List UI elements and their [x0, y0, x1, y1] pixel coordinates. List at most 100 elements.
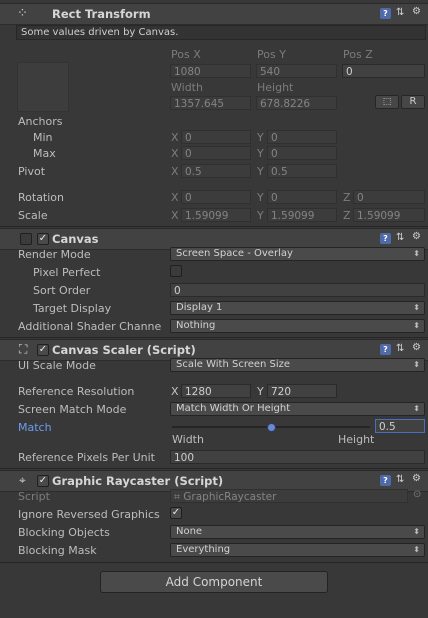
canvas-component-icon [20, 233, 32, 245]
dropdown-arrow-icon: ⬍ [413, 545, 420, 554]
axis-y-label: Y [257, 147, 264, 160]
raycaster-icon: ⌖ [19, 473, 26, 487]
scale-label: Scale [18, 209, 48, 222]
match-height-label: Height [338, 433, 375, 446]
pos-x-label: Pos X [171, 48, 201, 61]
canvas-enabled-checkbox[interactable]: ✓ [37, 233, 49, 245]
ui-scale-mode-dropdown[interactable]: Scale With Screen Size ⬍ [170, 358, 425, 372]
gear-icon[interactable]: ⚙ [412, 6, 421, 17]
scale-y-field[interactable]: 1.59099 [267, 208, 337, 222]
sort-order-field[interactable]: 0 [170, 283, 425, 297]
scale-x-field[interactable]: 1.59099 [181, 208, 251, 222]
canvas-scaler-enabled-checkbox[interactable]: ✓ [37, 344, 49, 356]
blueprint-mode-button[interactable]: ⬚ [375, 95, 399, 109]
ignore-reversed-checkbox[interactable]: ✓ [170, 507, 182, 519]
pos-z-field[interactable]: 0 [342, 64, 425, 78]
axis-y-label: Y [257, 165, 264, 178]
reference-y-field[interactable]: 720 [267, 384, 337, 398]
add-component-button[interactable]: Add Component [100, 571, 328, 593]
match-label: Match [18, 421, 52, 434]
axis-x-label: X [171, 209, 179, 222]
help-book-icon[interactable]: ? [380, 344, 391, 355]
script-label: Script [18, 490, 50, 503]
additional-shader-dropdown[interactable]: Nothing ⬍ [170, 319, 425, 333]
pos-y-label: Pos Y [257, 48, 286, 61]
gear-icon[interactable]: ⚙ [412, 231, 421, 242]
axis-x-label: X [171, 165, 179, 178]
pos-z-label: Pos Z [343, 48, 373, 61]
rotation-z-field[interactable]: 0 [353, 190, 425, 204]
match-value-field[interactable]: 0.5 [375, 419, 425, 433]
blocking-objects-value: None [176, 526, 203, 537]
render-mode-dropdown[interactable]: Screen Space - Overlay ⬍ [170, 247, 425, 261]
match-slider-thumb[interactable] [266, 423, 276, 432]
blocking-objects-dropdown[interactable]: None ⬍ [170, 525, 425, 539]
raw-edit-button[interactable]: R [401, 95, 425, 109]
scale-z-field[interactable]: 1.59099 [353, 208, 425, 222]
anchor-max-x-field[interactable]: 0 [181, 146, 251, 160]
width-label: Width [171, 81, 203, 94]
anchor-max-y-field[interactable]: 0 [267, 146, 337, 160]
dropdown-arrow-icon: ⬍ [413, 303, 420, 312]
ui-scale-mode-value: Scale With Screen Size [176, 359, 291, 370]
anchor-max-label: Max [33, 147, 56, 160]
rect-transform-header[interactable]: ⁘ Rect Transform ? ⇅ ⚙ [0, 3, 428, 25]
pivot-y-field[interactable]: 0.5 [267, 164, 337, 178]
help-book-icon[interactable]: ? [380, 233, 391, 244]
rotation-x-field[interactable]: 0 [181, 190, 251, 204]
graphic-raycaster-title: Graphic Raycaster (Script) [52, 474, 224, 488]
dropdown-arrow-icon: ⬍ [413, 527, 420, 536]
render-mode-value: Screen Space - Overlay [176, 248, 293, 259]
width-field[interactable]: 1357.645 [170, 96, 251, 110]
rotation-label: Rotation [18, 191, 65, 204]
target-display-label: Target Display [33, 302, 112, 315]
script-file-icon: ⌗ [174, 491, 180, 503]
blocking-mask-value: Everything [176, 544, 231, 555]
anchor-min-y-field[interactable]: 0 [267, 130, 337, 144]
help-book-icon[interactable]: ? [380, 8, 391, 19]
pos-y-field[interactable]: 540 [256, 64, 337, 78]
height-field[interactable]: 678.8226 [256, 96, 337, 110]
gear-icon[interactable]: ⚙ [412, 473, 421, 484]
screen-match-mode-dropdown[interactable]: Match Width Or Height ⬍ [170, 402, 425, 416]
canvas-scaler-title: Canvas Scaler (Script) [52, 343, 196, 357]
script-field[interactable]: ⌗ GraphicRaycaster [170, 489, 408, 503]
dropdown-arrow-icon: ⬍ [413, 249, 420, 258]
blocking-mask-label: Blocking Mask [18, 544, 97, 557]
axis-y-label: Y [257, 131, 264, 144]
match-width-label: Width [172, 433, 204, 446]
graphic-raycaster-enabled-checkbox[interactable]: ✓ [37, 475, 49, 487]
pixel-perfect-checkbox[interactable] [170, 265, 182, 277]
gear-icon[interactable]: ⚙ [412, 342, 421, 353]
rotation-y-field[interactable]: 0 [267, 190, 337, 204]
pos-x-field[interactable]: 1080 [170, 64, 251, 78]
dotted-square-icon: ⬚ [382, 97, 392, 107]
reference-ppu-field[interactable]: 100 [170, 450, 425, 464]
preset-sliders-icon[interactable]: ⇅ [396, 343, 404, 354]
separator [0, 562, 428, 563]
screen-match-mode-value: Match Width Or Height [176, 403, 291, 414]
help-book-icon[interactable]: ? [380, 475, 391, 486]
axis-y-label: Y [257, 385, 264, 398]
axis-x-label: X [171, 385, 179, 398]
preset-sliders-icon[interactable]: ⇅ [396, 474, 404, 485]
dropdown-arrow-icon: ⬍ [413, 360, 420, 369]
driven-notice: Some values driven by Canvas. [16, 25, 426, 40]
reference-ppu-label: Reference Pixels Per Unit [18, 451, 155, 464]
anchors-label[interactable]: Anchors [18, 115, 63, 128]
dropdown-arrow-icon: ⬍ [413, 404, 420, 413]
axis-x-label: X [171, 147, 179, 160]
object-picker-icon[interactable]: ⊙ [413, 489, 421, 500]
reference-resolution-label: Reference Resolution [18, 385, 135, 398]
preset-sliders-icon[interactable]: ⇅ [396, 7, 404, 18]
separator [0, 226, 428, 227]
rect-transform-title: Rect Transform [52, 7, 151, 21]
target-display-dropdown[interactable]: Display 1 ⬍ [170, 301, 425, 315]
anchor-min-x-field[interactable]: 0 [181, 130, 251, 144]
anchor-min-label: Min [33, 131, 53, 144]
blocking-mask-dropdown[interactable]: Everything ⬍ [170, 543, 425, 557]
preset-sliders-icon[interactable]: ⇅ [396, 232, 404, 243]
reference-x-field[interactable]: 1280 [181, 384, 251, 398]
anchor-preset-box[interactable] [17, 62, 69, 112]
pivot-x-field[interactable]: 0.5 [181, 164, 251, 178]
